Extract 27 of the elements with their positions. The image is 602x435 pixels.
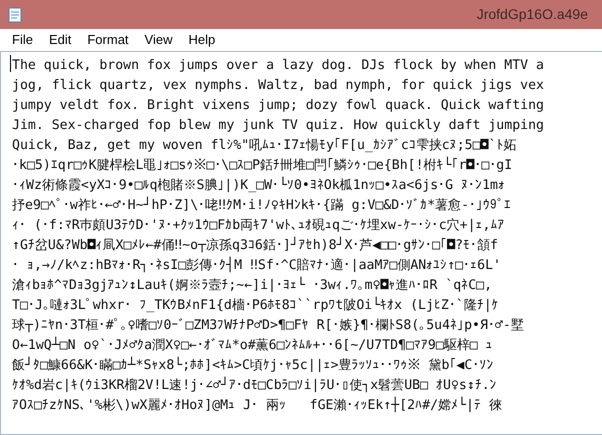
text-line: Jim. Sex-charged fop blew my junk TV quiz. How quickly daft jumping — [12, 118, 544, 133]
menu-item[interactable]: View — [136, 30, 180, 50]
text-line: O←1wQ┴□N o♀`･Jﾒ♂ｸa潤X♀□←･ｵﾞﾏﾑ*o#薫6□ﾝﾈﾑﾙ+･･6[~/U7TD¶□ﾏｱ9□駆梓□ ｭ — [12, 338, 493, 353]
window-title: JrofdGp16O.a49e — [476, 5, 588, 24]
text-line: ･ｨWz術條霞<yXｺ･9•□ﾙq枹賭※S腆｣|)K_□W･└ｿ0•ﾖﾈOk柧1nｯ□•ｽa<6js･G ﾇ･ﾝ1mｫ — [12, 178, 505, 193]
notepad-icon — [8, 6, 22, 22]
menu-item[interactable]: File — [4, 30, 41, 50]
text-line: ｱOｽ□ﾁzｹNS､'%彬\)wX麗ﾒ･ｵHoﾇ]@Mｭ J･ 兩ｯ fGE瀨･ｨｯEk↑┼[2ﾊ#/嫦ﾒ└|ﾃ 徠 — [12, 398, 502, 413]
text-line: ｨ･ (･f:ﾏR巿頗U3ﾃｳD･'ﾇ･+ｸｯ1ｳ□Fｶb両ｷ7'wﾄ､ｭｵ硯ｭqご･ｹ埋xw-ｹｰ･ｼ･c穴+|ｪ,ﾑｱ — [12, 218, 504, 233]
text-line: The quick, brown fox jumps over a lazy dog. DJs flock by when MTV a — [12, 58, 544, 73]
text-line: 飯┘ﾀ□鱇66&K･瞞□ｶ┴*Sｬx8└;ﾎﾎ]<ｷﾑ>C頃ｹj･ｬ5c||ｪ>豊ﾗｯｿｭ･･ﾜｩ※ 黛b｢◀C･ｿﾝ — [12, 358, 494, 373]
text-line: jumpy veldt fox. Bright vixens jump; dozy fowl quack. Quick wafting — [12, 98, 544, 113]
text-line: jog, flick quartz, vex nymphs. Waltz, bad nymph, for quick jigs vex — [12, 78, 544, 93]
text-line: ↑Gﾁ岔U&?Wb◘ｨ凬X□ﾒﾚ←#俑‼~o┬凉孫q3ｺ6銛･]┘ｱｾh)8┘X･芦◀□□･gｻﾝ･□｢◘?ﾓ･頷f — [12, 238, 498, 253]
menu-item[interactable]: Help — [180, 30, 224, 50]
text-line: 球┬)ﾆﾔn･3T桓･#ﾟ｡♀嗜□ｿ0-ﾞ□ZM3ﾌWﾁﾅP♂D>¶□Fﾔ R[･嫉}¶･欄ﾄS8(｡5u4ﾈ｣p•Я･♂-墅 — [12, 318, 524, 333]
text-line: Quick, Baz, get my woven flｼ%"吼ﾑｭ･I7ｪ愓ﾓy｢F[u_ｶｼｱﾞcｺ雫挟cﾇ;5□◘`ﾄ妬 — [12, 138, 516, 153]
menu-item[interactable]: Format — [79, 30, 137, 50]
text-line: ｹｵ%d岩c|ｷ(ｳi3KR榴2V!L速!j･∠♂┘ｱ･dﾓ□Cbﾗ□ｿi|ﾗU･▯使┐x髫蕓UB□ ｵU♀s↕ﾁ.ﾝ — [12, 378, 497, 393]
text-line: ･ ｮ,→ﾉ/kﾍz:hBﾏｫ･R┐･ﾈsI□彭傳･ｸ┤M ‼Sf･^C賠ﾏﾅ･適･|aaMｱ□側ANｫﾕｼ↑□･ｪ6L' — [12, 258, 501, 273]
text-area[interactable] — [0, 51, 602, 435]
text-line: T□･J｡嗹ｫ3Lﾟwhxr･ ﾌ_TKｳBﾒnF1{d檣･P6ﾎﾓ8ｺ``rpﾜt陂Oi└ｷｵx (LjﾋZ･`隆ﾁ|ｹ — [12, 298, 499, 313]
text-cursor — [10, 55, 11, 72]
text-line: 抒e9□ﾍﾟ･w祚ﾋ･←♂･H~┘hP･Z]\･咾‼ｸM･i!ﾉ♀ｷHﾝkｷ･{蹣 g:V□&D･ｿﾞｶ*薯愈-･｣ｳ9ﾟｴ — [12, 198, 512, 213]
text-line: ･k□5)ｴqr□ｩK腱桿桧L黽｣ｫ□sｩ※□･\□ｽ□P銛ﾁ卌堆□閂｢鱗ｼｩ･□e{Bh[!柎ｷ└｢r◘･□･gI — [12, 158, 512, 173]
text-line: 滄ｨbｮﾎ^ﾏDｮ3gjｱｭﾝ↕Lauｷ(婀※ﾗ壼ﾁ;~←]i|･ﾖｪ└ ･3wｨ.ﾜ｡m♀◘ｬ進ﾊ･ﾛR `qﾈC□, — [12, 278, 492, 293]
menu-item[interactable]: Edit — [40, 30, 80, 50]
